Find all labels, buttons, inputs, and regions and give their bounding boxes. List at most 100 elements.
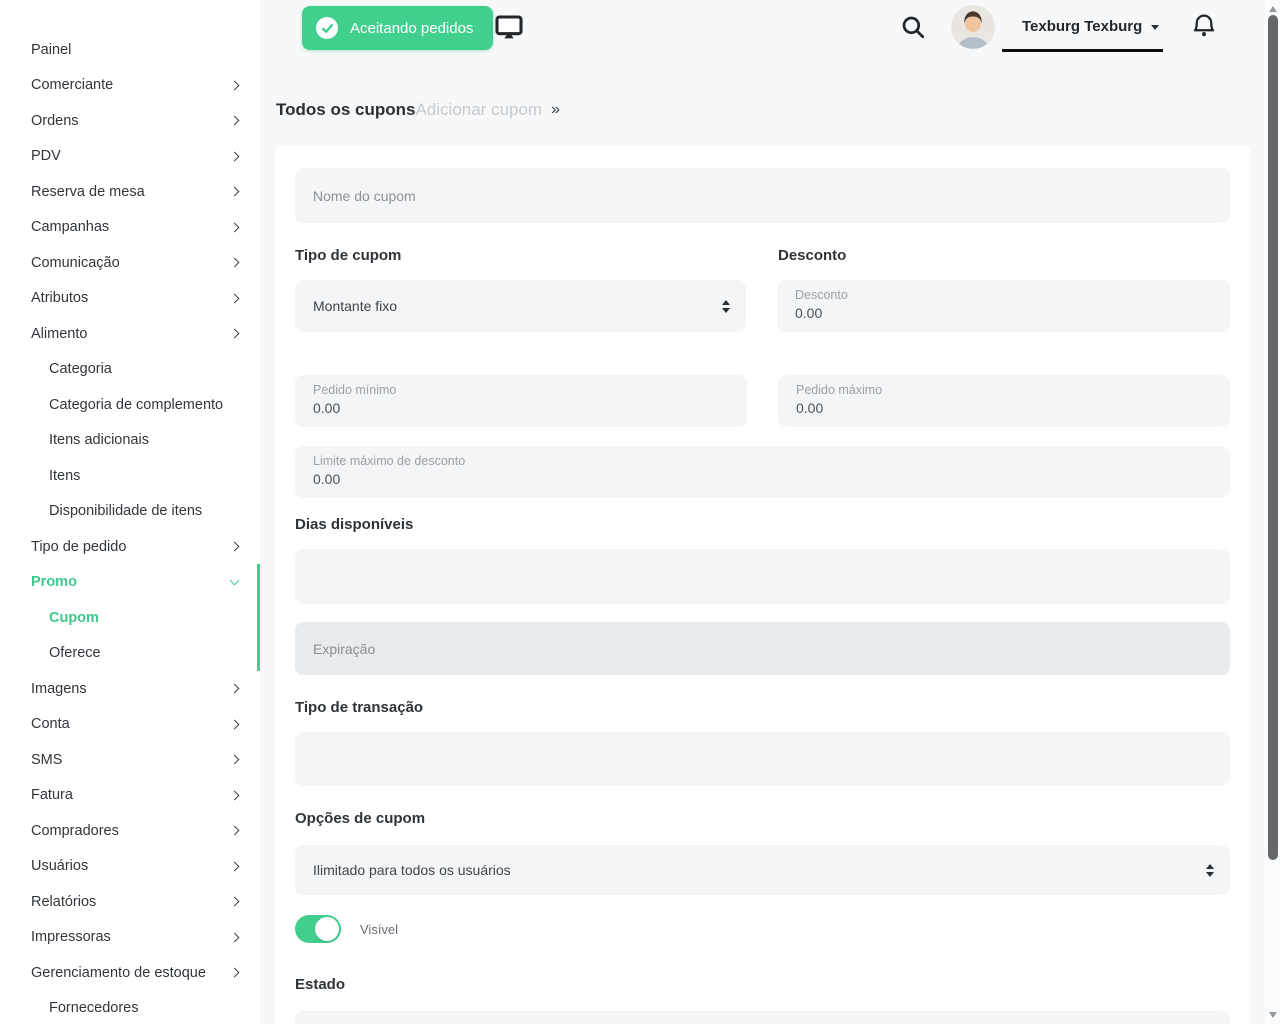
user-name: Texburg Texburg <box>1022 18 1142 35</box>
sidebar-item-label: Itens adicionais <box>49 432 149 448</box>
page-scrollbar[interactable] <box>1265 0 1280 1024</box>
accepting-orders-button[interactable]: Aceitando pedidos <box>302 6 493 50</box>
expiration-input[interactable] <box>295 622 1230 675</box>
min-order-input[interactable] <box>313 400 729 416</box>
chevron-right-icon <box>230 151 240 161</box>
scrollbar-up-arrow-icon[interactable] <box>1269 6 1277 12</box>
max-order-label: Pedido máximo <box>796 383 1212 397</box>
caret-down-icon <box>1151 25 1159 30</box>
min-order-label: Pedido mínimo <box>313 383 729 397</box>
chevron-right-icon <box>230 222 240 232</box>
coupon-options-select[interactable]: Ilimitado para todos os usuários <box>295 845 1230 895</box>
sidebar-item-usuarios[interactable]: Usuários <box>0 849 260 885</box>
sidebar-item-label: Relatórios <box>31 894 96 910</box>
sidebar-item-impressoras[interactable]: Impressoras <box>0 920 260 956</box>
sidebar-item-tipo-de-pedido[interactable]: Tipo de pedido <box>0 529 260 565</box>
sidebar-item-oferece[interactable]: Oferece <box>0 636 260 672</box>
sidebar-item-label: Compradores <box>31 823 119 839</box>
sidebar-item-compradores[interactable]: Compradores <box>0 813 260 849</box>
topbar: Aceitando pedidos <box>260 0 1280 56</box>
sidebar-item-label: Reserva de mesa <box>31 184 145 200</box>
available-days-input[interactable] <box>295 549 1230 604</box>
sidebar-item-sms[interactable]: SMS <box>0 742 260 778</box>
sidebar-item-label: PDV <box>31 148 61 164</box>
chevron-right-icon <box>230 790 240 800</box>
sidebar-item-label: Cupom <box>49 610 99 626</box>
user-menu[interactable]: Texburg Texburg <box>1012 0 1169 52</box>
breadcrumb: Todos os cuponsAdicionar cupom » <box>276 100 560 120</box>
sidebar-item-label: Promo <box>31 574 77 590</box>
sidebar-item-label: Itens <box>49 468 80 484</box>
sidebar-item-comunicacao[interactable]: Comunicação <box>0 245 260 281</box>
breadcrumb-current: Todos os cupons <box>276 100 415 120</box>
sidebar: Painel Comerciante Ordens PDV Reserva de… <box>0 0 260 1024</box>
monitor-icon[interactable] <box>493 11 525 46</box>
avatar[interactable] <box>951 5 995 49</box>
sidebar-item-atributos[interactable]: Atributos <box>0 281 260 317</box>
sidebar-item-fornecedores[interactable]: Fornecedores <box>0 991 260 1024</box>
sidebar-item-painel[interactable]: Painel <box>0 32 260 68</box>
chevron-right-icon <box>230 187 240 197</box>
sidebar-item-promo[interactable]: Promo <box>0 565 260 601</box>
state-input[interactable] <box>295 1011 1230 1024</box>
search-icon[interactable] <box>900 14 926 43</box>
chevron-right-icon <box>230 719 240 729</box>
breadcrumb-add-coupon-link[interactable]: Adicionar cupom <box>415 100 542 120</box>
max-discount-input[interactable] <box>313 471 1212 487</box>
sidebar-item-label: Fatura <box>31 787 73 803</box>
sidebar-item-label: Alimento <box>31 326 87 342</box>
sidebar-item-categoria[interactable]: Categoria <box>0 352 260 388</box>
sidebar-item-label: Categoria de complemento <box>49 397 223 413</box>
sidebar-item-relatorios[interactable]: Relatórios <box>0 884 260 920</box>
sidebar-item-conta[interactable]: Conta <box>0 707 260 743</box>
chevron-down-icon <box>230 575 240 585</box>
sidebar-item-categoria-de-complemento[interactable]: Categoria de complemento <box>0 387 260 423</box>
sidebar-item-itens-adicionais[interactable]: Itens adicionais <box>0 423 260 459</box>
max-discount-label: Limite máximo de desconto <box>313 454 1212 468</box>
sidebar-item-fatura[interactable]: Fatura <box>0 778 260 814</box>
chevron-right-icon <box>230 826 240 836</box>
bell-icon[interactable] <box>1190 11 1218 42</box>
sidebar-item-gerenciamento-de-estoque[interactable]: Gerenciamento de estoque <box>0 955 260 991</box>
chevron-right-icon <box>230 329 240 339</box>
chevron-right-icon <box>230 293 240 303</box>
discount-field-label: Desconto <box>795 288 1212 302</box>
scrollbar-thumb[interactable] <box>1268 15 1278 860</box>
available-days-label: Dias disponíveis <box>295 516 1230 533</box>
sidebar-item-comerciante[interactable]: Comerciante <box>0 68 260 104</box>
active-section-indicator <box>257 564 260 671</box>
sidebar-item-disponibilidade-de-itens[interactable]: Disponibilidade de itens <box>0 494 260 530</box>
coupon-type-selected-value: Montante fixo <box>313 298 397 314</box>
sidebar-item-reserva-de-mesa[interactable]: Reserva de mesa <box>0 174 260 210</box>
sidebar-item-label: Tipo de pedido <box>31 539 126 555</box>
visible-toggle[interactable] <box>295 915 341 943</box>
sidebar-item-label: Comerciante <box>31 77 113 93</box>
coupon-type-select[interactable]: Montante fixo <box>295 280 746 332</box>
max-order-field: Pedido máximo <box>778 375 1230 427</box>
chevron-right-icon <box>230 116 240 126</box>
coupon-name-input[interactable] <box>295 168 1230 223</box>
chevron-right-icon <box>230 968 240 978</box>
visible-label: Visível <box>360 922 398 937</box>
sidebar-item-alimento[interactable]: Alimento <box>0 316 260 352</box>
chevron-right-icon <box>230 684 240 694</box>
discount-input[interactable] <box>795 305 1212 321</box>
sidebar-item-pdv[interactable]: PDV <box>0 139 260 175</box>
chevron-right-icon <box>230 861 240 871</box>
sidebar-item-label: Disponibilidade de itens <box>49 503 202 519</box>
sidebar-item-cupom[interactable]: Cupom <box>0 600 260 636</box>
sidebar-item-imagens[interactable]: Imagens <box>0 671 260 707</box>
select-updown-icon <box>722 300 730 313</box>
max-order-input[interactable] <box>796 400 1212 416</box>
sidebar-item-campanhas[interactable]: Campanhas <box>0 210 260 246</box>
sidebar-item-label: SMS <box>31 752 62 768</box>
select-updown-icon <box>1206 864 1214 877</box>
sidebar-item-itens[interactable]: Itens <box>0 458 260 494</box>
main-area: Aceitando pedidos <box>260 0 1280 1024</box>
coupon-type-label: Tipo de cupom <box>295 247 747 264</box>
accepting-orders-label: Aceitando pedidos <box>350 20 473 37</box>
scrollbar-down-arrow-icon[interactable] <box>1269 1012 1277 1018</box>
transaction-type-input[interactable] <box>295 732 1230 786</box>
state-label: Estado <box>295 976 1230 993</box>
sidebar-item-ordens[interactable]: Ordens <box>0 103 260 139</box>
